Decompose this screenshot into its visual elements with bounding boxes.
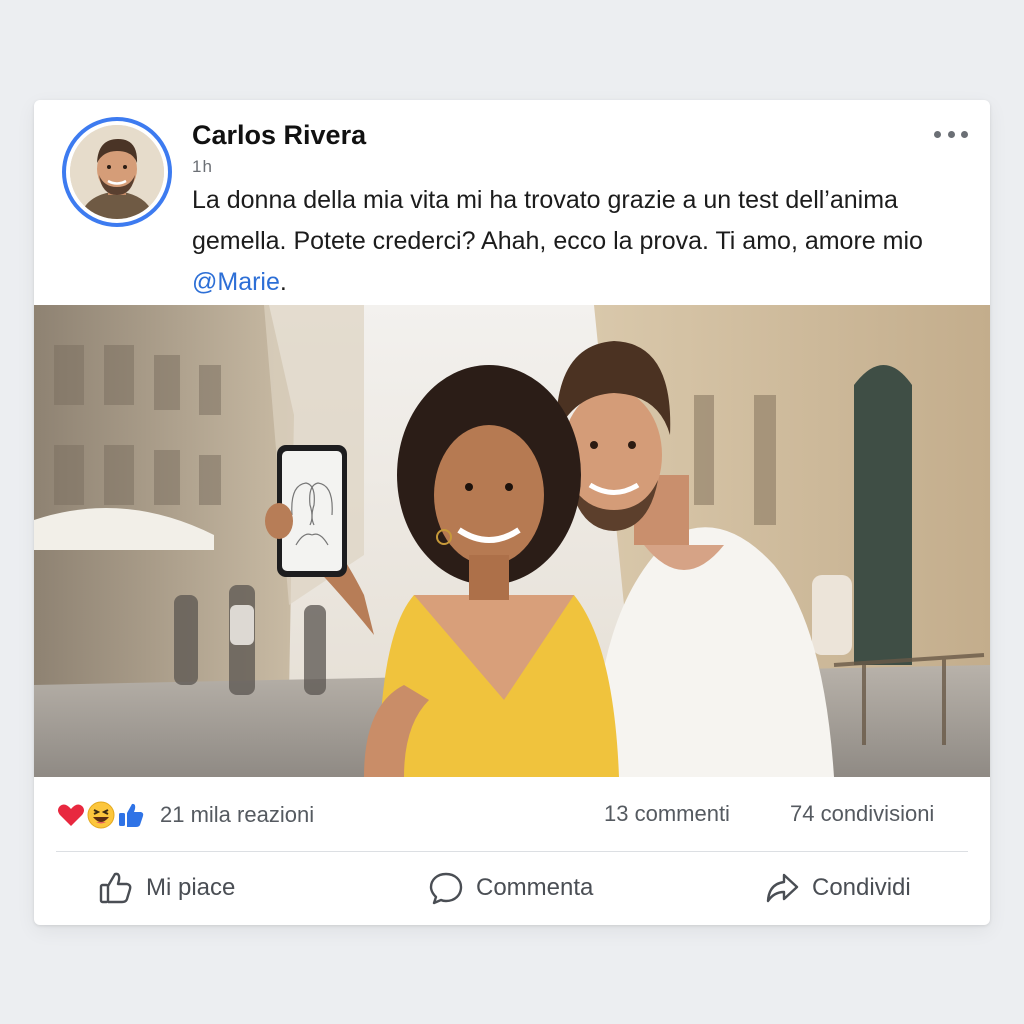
- share-label: Condividi: [812, 874, 911, 901]
- divider: [56, 851, 968, 852]
- post-photo[interactable]: [34, 305, 990, 777]
- reactions-summary[interactable]: 21 mila reazioni: [56, 800, 314, 830]
- avatar[interactable]: [62, 117, 172, 227]
- avatar-image: [70, 125, 164, 219]
- couple-photo-illustration: [34, 305, 990, 777]
- comment-label: Commenta: [476, 874, 594, 901]
- comment-button[interactable]: Commenta: [428, 866, 593, 910]
- post-text-body: La donna della mia vita mi ha trovato gr…: [192, 186, 923, 255]
- reactions-count[interactable]: 21 mila reazioni: [160, 802, 314, 828]
- like-button[interactable]: Mi piace: [98, 866, 235, 910]
- post-text-end: .: [279, 268, 287, 296]
- mention-link[interactable]: @Marie: [192, 268, 280, 296]
- speech-bubble-icon: [429, 872, 463, 905]
- heart-icon: [58, 804, 84, 826]
- thumbs-up-icon: [119, 803, 144, 827]
- more-options-icon[interactable]: [934, 124, 968, 144]
- share-arrow-icon: [766, 873, 799, 903]
- post-text: La donna della mia vita mi ha trovato gr…: [192, 180, 982, 303]
- comments-count[interactable]: 13 commenti: [604, 801, 730, 827]
- share-button[interactable]: Condividi: [764, 866, 911, 910]
- shares-count[interactable]: 74 condivisioni: [790, 801, 934, 827]
- like-label: Mi piace: [146, 874, 236, 901]
- post-card: Carlos Rivera 1h La donna della mia vita…: [34, 100, 990, 925]
- post-timestamp[interactable]: 1h: [192, 157, 213, 177]
- laughing-emoji-icon: [87, 801, 115, 829]
- author-name[interactable]: Carlos Rivera: [192, 120, 366, 151]
- thumbs-up-outline-icon: [99, 872, 132, 904]
